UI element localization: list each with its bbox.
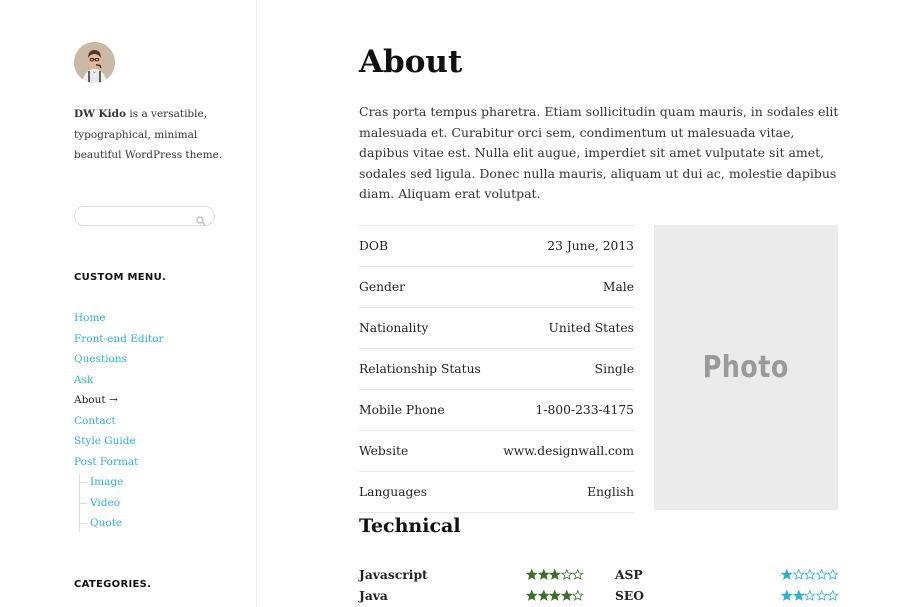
info-row-languages: Languages English (359, 472, 634, 513)
star-filled-icon (549, 568, 561, 580)
submenu-item-image[interactable]: Image (80, 474, 123, 495)
star-filled-icon (537, 589, 550, 601)
info-row-nationality: Nationality United States (359, 308, 634, 349)
tagline-line-3: beautiful WordPress theme. (74, 149, 223, 161)
star-empty-icon (792, 568, 805, 580)
skill-rating-stars (781, 589, 839, 601)
info-value: Single (594, 362, 634, 376)
menu-item-home[interactable]: Home (74, 310, 164, 331)
star-filled-icon (781, 589, 793, 601)
star-empty-icon (815, 589, 828, 601)
skill-asp: ASP (615, 564, 839, 584)
profile-info-table: DOB 23 June, 2013 Gender Male Nationalit… (359, 225, 634, 513)
skill-javascript: Javascript (359, 564, 584, 584)
star-empty-icon (572, 568, 584, 580)
star-empty-icon (572, 589, 584, 601)
avatar[interactable] (74, 42, 115, 83)
technical-section-title: Technical (359, 515, 461, 537)
menu-item-contact[interactable]: Contact (74, 413, 164, 434)
menu-item-questions[interactable]: Questions (74, 351, 164, 372)
categories-title: CATEGORIES. (74, 579, 152, 590)
star-empty-icon (804, 568, 816, 580)
custom-menu: Home Front-end Editor Questions Ask Abou… (74, 310, 164, 474)
skill-rating-stars (526, 589, 584, 601)
menu-item-post-format[interactable]: Post Format (74, 454, 164, 475)
skill-name: Java (359, 587, 388, 603)
star-empty-icon (827, 568, 839, 580)
info-label: Website (359, 444, 409, 458)
info-row-dob: DOB 23 June, 2013 (359, 226, 634, 267)
submenu-item-quote[interactable]: Quote (80, 515, 123, 536)
info-label: Relationship Status (359, 362, 481, 376)
about-lead-paragraph: Cras porta tempus pharetra. Etiam sollic… (359, 104, 839, 202)
star-filled-icon (537, 568, 550, 580)
page-title: About (359, 44, 463, 80)
info-row-website: Website www.designwall.com (359, 431, 634, 472)
search-box (74, 206, 215, 229)
tagline-line-2: typographical, minimal (74, 128, 198, 141)
sidebar: DW Kido is a versatible, typographical, … (0, 0, 257, 607)
info-row-mobile-phone: Mobile Phone 1-800-233-4175 (359, 390, 634, 431)
info-label: Gender (359, 280, 406, 294)
tagline-line-1: is a versatible, (129, 108, 208, 120)
post-format-submenu: Image Video Quote (79, 474, 123, 532)
search-input[interactable] (83, 210, 193, 229)
info-label: Languages (359, 485, 427, 499)
info-value: 1-800-233-4175 (535, 403, 634, 417)
menu-item-ask[interactable]: Ask (74, 372, 164, 393)
skill-rating-stars (781, 568, 839, 580)
star-empty-icon (804, 589, 816, 601)
info-label: DOB (359, 239, 388, 253)
search-icon[interactable] (196, 211, 206, 230)
star-filled-icon (560, 589, 573, 601)
photo-placeholder-label: Photo (702, 350, 790, 385)
site-description: DW Kido is a versatible, typographical, … (74, 104, 244, 166)
menu-item-about[interactable]: About → (74, 392, 164, 413)
custom-menu-title: CUSTOM MENU. (74, 272, 167, 283)
info-row-gender: Gender Male (359, 267, 634, 308)
submenu-item-video[interactable]: Video (80, 495, 123, 516)
info-value: 23 June, 2013 (547, 239, 634, 253)
site-name: DW Kido (74, 108, 127, 120)
menu-item-front-end-editor[interactable]: Front-end Editor (74, 331, 164, 352)
star-filled-icon (526, 568, 538, 580)
info-value: English (587, 485, 634, 499)
skill-rating-stars (526, 568, 584, 580)
star-empty-icon (815, 568, 828, 580)
star-filled-icon (526, 589, 538, 601)
star-filled-icon (792, 589, 805, 601)
star-filled-icon (549, 589, 561, 601)
menu-item-style-guide[interactable]: Style Guide (74, 433, 164, 454)
star-empty-icon (560, 568, 573, 580)
info-value: www.designwall.com (503, 444, 634, 458)
info-value: Male (602, 280, 634, 294)
info-value: United States (548, 321, 634, 335)
profile-photo-placeholder: Photo (654, 225, 838, 510)
skill-name: ASP (615, 566, 643, 582)
skill-seo: SEO (615, 585, 839, 605)
skill-java: Java (359, 585, 584, 605)
skill-name: SEO (615, 587, 644, 603)
info-label: Nationality (359, 321, 429, 335)
star-empty-icon (827, 589, 839, 601)
skill-name: Javascript (359, 566, 428, 582)
star-filled-icon (781, 568, 793, 580)
info-label: Mobile Phone (359, 403, 445, 417)
info-row-relationship-status: Relationship Status Single (359, 349, 634, 390)
